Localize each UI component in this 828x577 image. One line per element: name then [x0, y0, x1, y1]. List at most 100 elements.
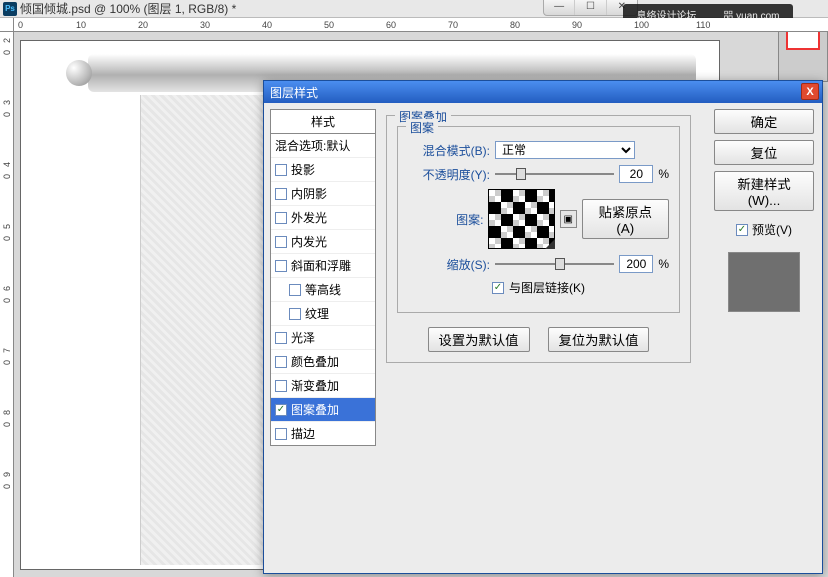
- ruler-tick: 0: [2, 422, 12, 427]
- checkbox-icon[interactable]: [275, 188, 287, 200]
- opacity-input[interactable]: [619, 165, 653, 183]
- ruler-horizontal: 0 10 20 30 40 50 60 70 80 90 100 110: [14, 18, 828, 32]
- dialog-titlebar[interactable]: 图层样式 X: [264, 81, 822, 103]
- ruler-tick: 100: [634, 20, 649, 30]
- reset-default-button[interactable]: 复位为默认值: [548, 327, 650, 352]
- ps-app-icon: Ps: [3, 2, 17, 16]
- dialog-title: 图层样式: [270, 84, 318, 101]
- preview-checkbox[interactable]: [736, 224, 748, 236]
- style-item-stroke[interactable]: 描边: [271, 422, 375, 445]
- style-item-label: 外发光: [291, 209, 327, 226]
- ruler-tick: 4: [2, 162, 12, 167]
- new-pattern-preset-button[interactable]: ▣: [560, 210, 577, 228]
- ruler-tick: 60: [386, 20, 396, 30]
- ruler-tick: 7: [2, 348, 12, 353]
- set-default-button[interactable]: 设置为默认值: [428, 327, 530, 352]
- opacity-slider[interactable]: [495, 166, 614, 182]
- style-item-inner-glow[interactable]: 内发光: [271, 230, 375, 254]
- window-minimize-button[interactable]: —: [544, 0, 574, 15]
- style-item-label: 渐变叠加: [291, 377, 339, 394]
- dialog-close-button[interactable]: X: [801, 83, 819, 100]
- ruler-tick: 0: [18, 20, 23, 30]
- new-style-button[interactable]: 新建样式(W)...: [714, 171, 814, 211]
- pattern-overlay-group: 图案叠加 图案 混合模式(B): 正常 不透明度(Y): % 图案:: [386, 115, 691, 363]
- checkbox-icon[interactable]: [275, 428, 287, 440]
- style-item-gradient-overlay[interactable]: 渐变叠加: [271, 374, 375, 398]
- styles-column: 样式 混合选项:默认 投影 内阴影 外发光 内发光 斜面和浮雕 等高线 纹理 光…: [270, 109, 376, 446]
- ruler-tick: 0: [2, 484, 12, 489]
- checkbox-icon[interactable]: [275, 260, 287, 272]
- blend-mode-select[interactable]: 正常: [495, 141, 635, 159]
- scale-label: 缩放(S):: [408, 256, 490, 273]
- window-maximize-button[interactable]: ☐: [574, 0, 605, 15]
- checkbox-icon[interactable]: [275, 236, 287, 248]
- ruler-tick: 5: [2, 224, 12, 229]
- link-layer-checkbox[interactable]: [492, 282, 504, 294]
- checkbox-icon[interactable]: [275, 332, 287, 344]
- ruler-tick: 110: [696, 20, 710, 30]
- ruler-tick: 0: [2, 360, 12, 365]
- ruler-tick: 3: [2, 100, 12, 105]
- ruler-tick: 0: [2, 236, 12, 241]
- style-item-bevel[interactable]: 斜面和浮雕: [271, 254, 375, 278]
- link-row: 与图层链接(K): [408, 279, 669, 296]
- scale-slider[interactable]: [495, 256, 614, 272]
- pattern-swatch[interactable]: [488, 189, 554, 249]
- checkbox-icon[interactable]: [275, 212, 287, 224]
- scroll-cap: [66, 60, 92, 86]
- style-item-color-overlay[interactable]: 颜色叠加: [271, 350, 375, 374]
- pattern-inner-group: 图案 混合模式(B): 正常 不透明度(Y): % 图案: ▣: [397, 126, 680, 313]
- style-item-texture[interactable]: 纹理: [271, 302, 375, 326]
- percent-label: %: [658, 257, 669, 271]
- style-item-inner-shadow[interactable]: 内阴影: [271, 182, 375, 206]
- ruler-tick: 80: [510, 20, 520, 30]
- style-item-satin[interactable]: 光泽: [271, 326, 375, 350]
- styles-header[interactable]: 样式: [270, 109, 376, 134]
- ruler-tick: 40: [262, 20, 272, 30]
- link-layer-label: 与图层链接(K): [509, 279, 585, 296]
- ruler-corner: [0, 18, 14, 32]
- ruler-tick: 9: [2, 472, 12, 477]
- preview-swatch: [728, 252, 800, 312]
- ok-button[interactable]: 确定: [714, 109, 814, 134]
- checkbox-icon[interactable]: [289, 308, 301, 320]
- layer-style-dialog: 图层样式 X 样式 混合选项:默认 投影 内阴影 外发光 内发光 斜面和浮雕 等…: [263, 80, 823, 574]
- blending-options-row[interactable]: 混合选项:默认: [271, 134, 375, 158]
- checkbox-icon[interactable]: [275, 380, 287, 392]
- style-item-label: 内发光: [291, 233, 327, 250]
- style-item-label: 等高线: [305, 281, 341, 298]
- percent-label: %: [658, 167, 669, 181]
- document-title: 倾国倾城.psd @ 100% (图层 1, RGB/8) *: [20, 0, 236, 17]
- pattern-label: 图案:: [408, 211, 483, 228]
- default-buttons-row: 设置为默认值 复位为默认值: [397, 327, 680, 352]
- preview-label: 预览(V): [752, 221, 792, 238]
- ruler-tick: 70: [448, 20, 458, 30]
- ruler-tick: 30: [200, 20, 210, 30]
- scale-row: 缩放(S): %: [408, 255, 669, 273]
- preview-row: 预览(V): [714, 221, 814, 238]
- scale-input[interactable]: [619, 255, 653, 273]
- reset-button[interactable]: 复位: [714, 140, 814, 165]
- opacity-row: 不透明度(Y): %: [408, 165, 669, 183]
- style-item-outer-glow[interactable]: 外发光: [271, 206, 375, 230]
- style-item-pattern-overlay[interactable]: 图案叠加: [271, 398, 375, 422]
- style-item-drop-shadow[interactable]: 投影: [271, 158, 375, 182]
- checkbox-icon[interactable]: [289, 284, 301, 296]
- checkbox-icon[interactable]: [275, 164, 287, 176]
- inner-group-label: 图案: [406, 119, 438, 136]
- style-item-label: 图案叠加: [291, 401, 339, 418]
- snap-origin-button[interactable]: 贴紧原点(A): [582, 199, 669, 239]
- blend-mode-row: 混合模式(B): 正常: [408, 141, 669, 159]
- chevron-down-icon: [545, 239, 555, 249]
- ruler-tick: 0: [2, 174, 12, 179]
- ruler-vertical: 2 0 3 0 4 0 5 0 6 0 7 0 8 0 9 0: [0, 32, 14, 577]
- checkbox-icon[interactable]: [275, 356, 287, 368]
- checkbox-icon[interactable]: [275, 404, 287, 416]
- style-item-contour[interactable]: 等高线: [271, 278, 375, 302]
- styles-list: 混合选项:默认 投影 内阴影 外发光 内发光 斜面和浮雕 等高线 纹理 光泽 颜…: [270, 134, 376, 446]
- ruler-tick: 0: [2, 50, 12, 55]
- blend-mode-label: 混合模式(B):: [408, 142, 490, 159]
- style-item-label: 光泽: [291, 329, 315, 346]
- style-item-label: 斜面和浮雕: [291, 257, 351, 274]
- pattern-row: 图案: ▣ 贴紧原点(A): [408, 189, 669, 249]
